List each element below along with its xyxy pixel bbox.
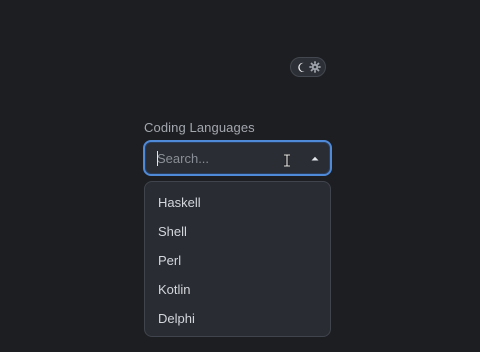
options-listbox: Haskell Shell Perl Kotlin Delphi [144,181,331,337]
option-perl[interactable]: Perl [145,246,330,275]
gear-icon [309,61,321,73]
option-shell[interactable]: Shell [145,217,330,246]
field-label: Coding Languages [144,120,255,135]
language-combobox[interactable] [143,140,332,176]
option-kotlin[interactable]: Kotlin [145,275,330,304]
text-cursor-icon [282,153,292,168]
option-haskell[interactable]: Haskell [145,188,330,217]
chevron-up-icon[interactable] [309,152,321,164]
moon-icon [296,61,308,73]
search-input[interactable] [155,142,275,174]
option-delphi[interactable]: Delphi [145,304,330,333]
theme-toggle[interactable] [290,57,326,77]
text-caret [157,151,158,166]
